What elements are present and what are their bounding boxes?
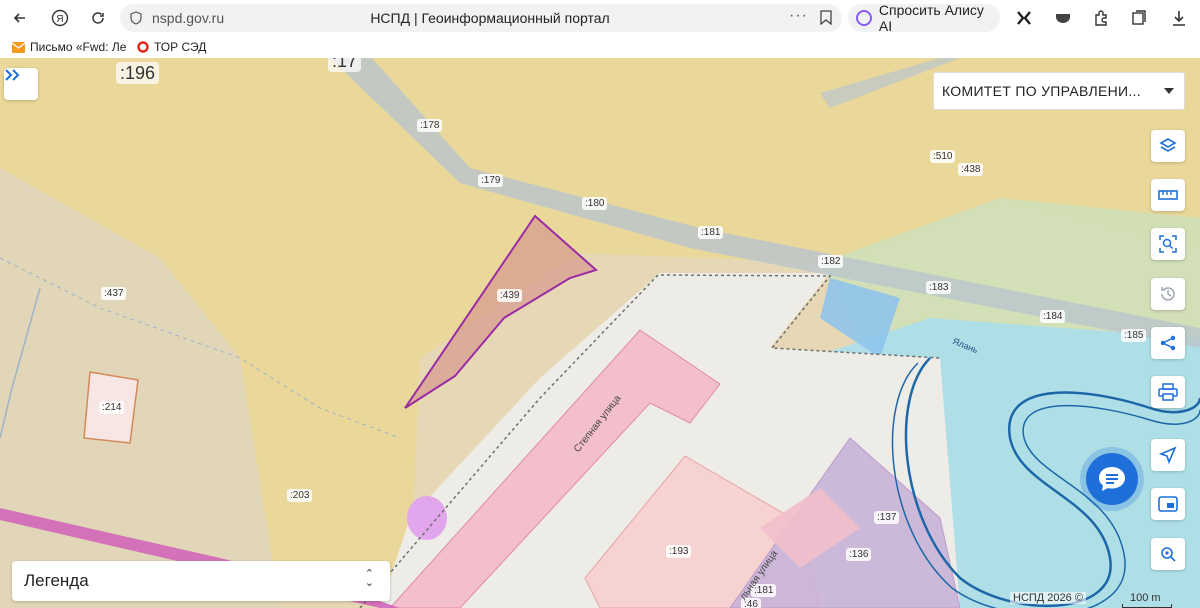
parcel-label: :193 [666,545,692,558]
shield-icon [130,11,142,25]
download-icon[interactable] [1168,7,1190,29]
parcel-label: :184 [1040,310,1066,323]
pink-blob [407,496,447,540]
address-bar[interactable]: nspd.gov.ru НСПД | Геоинформационный пор… [120,4,842,32]
area-search-button[interactable] [1151,228,1185,260]
chat-icon [1099,467,1125,491]
extension-icon[interactable] [1013,7,1035,29]
parcel-label: :185 [1121,329,1147,342]
parcel-label-large: :17 [328,58,362,72]
svg-text:Я: Я [56,14,63,25]
share-icon [1160,335,1176,351]
print-icon [1158,383,1178,401]
bookmark-label: ТОР СЭД [154,40,207,54]
ruler-button[interactable] [1151,179,1185,211]
collections-icon[interactable] [1128,7,1150,29]
bookmarks-bar: Письмо «Fwd: Ле ТОР СЭД [0,36,1200,58]
parcel-label: :439 [497,289,523,302]
legend-panel[interactable]: Легенда ⌃ ⌄ [12,561,390,601]
parcel-label: :182 [818,255,844,268]
ruler-icon [1158,190,1178,200]
back-icon[interactable] [8,6,32,30]
puzzle-icon[interactable] [1090,7,1112,29]
more-icon[interactable]: ··· [789,7,808,25]
parcel-label: :214 [99,401,125,414]
parcel-label: :178 [417,119,443,132]
share-button[interactable] [1151,327,1185,359]
geo-search-icon [1161,547,1176,562]
minimap-icon [1158,496,1178,512]
parcel-label: :179 [478,174,504,187]
parcel-label: :438 [958,163,984,176]
alice-icon [856,10,872,26]
expand-panel-button[interactable] [4,68,38,100]
parcel-label: :180 [582,197,608,210]
area-search-icon [1159,235,1177,253]
double-chevron-icon [5,69,20,81]
address-url[interactable]: nspd.gov.ru [152,10,224,26]
parcel-label: :437 [101,287,127,300]
map-canvas[interactable]: :196 :17 :178 :179 :180 :181 :182 :183 :… [0,58,1200,608]
minimap-button[interactable] [1151,488,1185,520]
parcel-label-large: :196 [116,62,160,84]
vpn-icon[interactable] [1052,7,1074,29]
locate-icon [1159,446,1177,464]
map-layers [0,58,1200,608]
copyright-label: НСПД 2026 © [1010,592,1086,604]
layers-button[interactable] [1151,130,1185,162]
ring-icon [137,41,149,53]
print-button[interactable] [1151,376,1185,408]
bookmark-icon[interactable] [820,10,832,25]
parcel-label: :137 [874,511,900,524]
history-icon [1161,287,1175,301]
scale-label: 100 m [1130,592,1161,604]
bookmark-item-mail[interactable]: Письмо «Fwd: Ле [12,40,126,54]
yandex-icon[interactable]: Я [48,6,72,30]
parcel-label: :181 [698,226,724,239]
bookmark-label: Письмо «Fwd: Ле [30,40,127,54]
history-button[interactable] [1151,278,1185,310]
scale-bar [1122,604,1172,608]
parcel-label: :136 [846,548,872,561]
alice-button[interactable]: Спросить Алису AI [848,2,1000,34]
caret-down-icon [1164,88,1174,94]
page-title: НСПД | Геоинформационный портал [370,10,610,26]
browser-toolbar: Я nspd.gov.ru НСПД | Геоинформационный п… [0,0,1200,36]
bookmark-item-sed[interactable]: ТОР СЭД [137,40,206,54]
geo-search-button[interactable] [1151,538,1185,570]
parcel-label: :183 [926,281,952,294]
locate-button[interactable] [1151,439,1185,471]
parcel-label: :510 [930,150,956,163]
layers-icon [1159,138,1177,152]
expand-collapse-icon: ⌃ ⌄ [364,568,374,589]
chat-button[interactable] [1086,453,1138,505]
agency-select[interactable]: КОМИТЕТ ПО УПРАВЛЕНИ... [933,72,1185,110]
mail-icon [12,41,25,53]
alice-button-label: Спросить Алису AI [878,2,984,34]
agency-select-value: КОМИТЕТ ПО УПРАВЛЕНИ... [942,83,1141,99]
parcel-label: :203 [287,489,313,502]
reload-icon[interactable] [86,6,110,30]
legend-label: Легенда [24,571,89,590]
